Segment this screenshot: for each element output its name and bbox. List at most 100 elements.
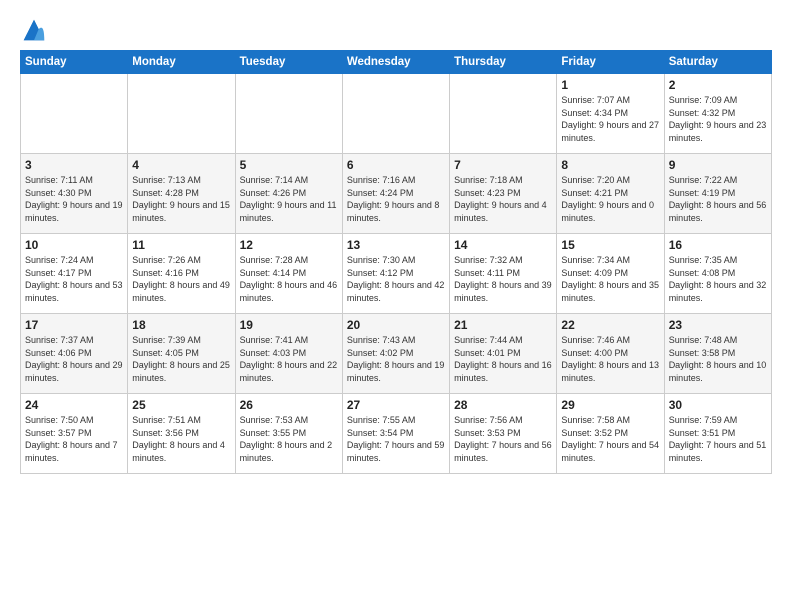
day-number: 16 xyxy=(669,238,767,252)
week-row-5: 24Sunrise: 7:50 AM Sunset: 3:57 PM Dayli… xyxy=(21,394,772,474)
day-cell: 7Sunrise: 7:18 AM Sunset: 4:23 PM Daylig… xyxy=(450,154,557,234)
week-row-3: 10 Sunrise: 7:24 AM Sunset: 4:17 PM Dayli… xyxy=(21,234,772,314)
day-info: Sunrise: 7:46 AM Sunset: 4:00 PM Dayligh… xyxy=(561,334,659,384)
day-cell: 22 Sunrise: 7:46 AM Sunset: 4:00 PM Dayli… xyxy=(557,314,664,394)
day-cell: 30 Sunrise: 7:59 AM Sunset: 3:51 PM Dayli… xyxy=(664,394,771,474)
day-info: Sunrise: 7:37 AM Sunset: 4:06 PM Dayligh… xyxy=(25,334,123,384)
col-header-sunday: Sunday xyxy=(21,51,128,74)
day-info: Sunrise: 7:28 AM Sunset: 4:14 PM Dayligh… xyxy=(240,254,338,304)
day-info: Sunrise: 7:41 AM Sunset: 4:03 PM Dayligh… xyxy=(240,334,338,384)
page-container: SundayMondayTuesdayWednesdayThursdayFrid… xyxy=(0,0,792,484)
day-number: 12 xyxy=(240,238,338,252)
day-number: 21 xyxy=(454,318,552,332)
day-number: 17 xyxy=(25,318,123,332)
day-info: Sunrise: 7:13 AM Sunset: 4:28 PM Dayligh… xyxy=(132,174,230,224)
day-cell: 15 Sunrise: 7:34 AM Sunset: 4:09 PM Dayli… xyxy=(557,234,664,314)
day-number: 1 xyxy=(561,78,659,92)
day-cell: 26Sunrise: 7:53 AM Sunset: 3:55 PM Dayli… xyxy=(235,394,342,474)
day-number: 24 xyxy=(25,398,123,412)
day-cell: 6 Sunrise: 7:16 AM Sunset: 4:24 PM Daylig… xyxy=(342,154,449,234)
day-info: Sunrise: 7:22 AM Sunset: 4:19 PM Dayligh… xyxy=(669,174,767,224)
day-number: 23 xyxy=(669,318,767,332)
day-cell xyxy=(21,74,128,154)
logo xyxy=(20,16,52,44)
col-header-wednesday: Wednesday xyxy=(342,51,449,74)
day-info: Sunrise: 7:30 AM Sunset: 4:12 PM Dayligh… xyxy=(347,254,445,304)
day-info: Sunrise: 7:34 AM Sunset: 4:09 PM Dayligh… xyxy=(561,254,659,304)
week-row-4: 17 Sunrise: 7:37 AM Sunset: 4:06 PM Dayli… xyxy=(21,314,772,394)
day-cell: 18Sunrise: 7:39 AM Sunset: 4:05 PM Dayli… xyxy=(128,314,235,394)
day-cell: 25 Sunrise: 7:51 AM Sunset: 3:56 PM Dayli… xyxy=(128,394,235,474)
day-number: 3 xyxy=(25,158,123,172)
logo-icon xyxy=(20,16,48,44)
day-cell: 2 Sunrise: 7:09 AM Sunset: 4:32 PM Daylig… xyxy=(664,74,771,154)
day-cell: 3 Sunrise: 7:11 AM Sunset: 4:30 PM Daylig… xyxy=(21,154,128,234)
header-row: SundayMondayTuesdayWednesdayThursdayFrid… xyxy=(21,51,772,74)
day-cell: 14 Sunrise: 7:32 AM Sunset: 4:11 PM Dayli… xyxy=(450,234,557,314)
day-number: 6 xyxy=(347,158,445,172)
day-number: 26 xyxy=(240,398,338,412)
week-row-1: 1 Sunrise: 7:07 AM Sunset: 4:34 PM Daylig… xyxy=(21,74,772,154)
day-info: Sunrise: 7:20 AM Sunset: 4:21 PM Dayligh… xyxy=(561,174,659,224)
day-cell: 5Sunrise: 7:14 AM Sunset: 4:26 PM Daylig… xyxy=(235,154,342,234)
day-info: Sunrise: 7:09 AM Sunset: 4:32 PM Dayligh… xyxy=(669,94,767,144)
col-header-thursday: Thursday xyxy=(450,51,557,74)
day-cell: 9Sunrise: 7:22 AM Sunset: 4:19 PM Daylig… xyxy=(664,154,771,234)
day-cell: 17 Sunrise: 7:37 AM Sunset: 4:06 PM Dayli… xyxy=(21,314,128,394)
day-cell: 11 Sunrise: 7:26 AM Sunset: 4:16 PM Dayli… xyxy=(128,234,235,314)
day-cell: 20Sunrise: 7:43 AM Sunset: 4:02 PM Dayli… xyxy=(342,314,449,394)
day-cell xyxy=(342,74,449,154)
day-number: 28 xyxy=(454,398,552,412)
day-number: 19 xyxy=(240,318,338,332)
day-number: 30 xyxy=(669,398,767,412)
day-number: 22 xyxy=(561,318,659,332)
day-cell: 13 Sunrise: 7:30 AM Sunset: 4:12 PM Dayli… xyxy=(342,234,449,314)
day-cell: 19 Sunrise: 7:41 AM Sunset: 4:03 PM Dayli… xyxy=(235,314,342,394)
day-number: 4 xyxy=(132,158,230,172)
col-header-friday: Friday xyxy=(557,51,664,74)
day-info: Sunrise: 7:07 AM Sunset: 4:34 PM Dayligh… xyxy=(561,94,659,144)
day-info: Sunrise: 7:55 AM Sunset: 3:54 PM Dayligh… xyxy=(347,414,445,464)
day-info: Sunrise: 7:39 AM Sunset: 4:05 PM Dayligh… xyxy=(132,334,230,384)
day-number: 10 xyxy=(25,238,123,252)
day-number: 5 xyxy=(240,158,338,172)
day-number: 20 xyxy=(347,318,445,332)
day-info: Sunrise: 7:59 AM Sunset: 3:51 PM Dayligh… xyxy=(669,414,767,464)
day-cell: 29 Sunrise: 7:58 AM Sunset: 3:52 PM Dayli… xyxy=(557,394,664,474)
col-header-saturday: Saturday xyxy=(664,51,771,74)
day-info: Sunrise: 7:44 AM Sunset: 4:01 PM Dayligh… xyxy=(454,334,552,384)
day-cell: 24Sunrise: 7:50 AM Sunset: 3:57 PM Dayli… xyxy=(21,394,128,474)
day-number: 2 xyxy=(669,78,767,92)
day-info: Sunrise: 7:26 AM Sunset: 4:16 PM Dayligh… xyxy=(132,254,230,304)
col-header-monday: Monday xyxy=(128,51,235,74)
day-number: 13 xyxy=(347,238,445,252)
day-info: Sunrise: 7:58 AM Sunset: 3:52 PM Dayligh… xyxy=(561,414,659,464)
day-number: 25 xyxy=(132,398,230,412)
day-number: 14 xyxy=(454,238,552,252)
header xyxy=(20,16,772,44)
day-info: Sunrise: 7:51 AM Sunset: 3:56 PM Dayligh… xyxy=(132,414,230,464)
col-header-tuesday: Tuesday xyxy=(235,51,342,74)
day-cell: 16Sunrise: 7:35 AM Sunset: 4:08 PM Dayli… xyxy=(664,234,771,314)
day-info: Sunrise: 7:11 AM Sunset: 4:30 PM Dayligh… xyxy=(25,174,123,224)
day-info: Sunrise: 7:18 AM Sunset: 4:23 PM Dayligh… xyxy=(454,174,552,224)
day-info: Sunrise: 7:56 AM Sunset: 3:53 PM Dayligh… xyxy=(454,414,552,464)
day-cell xyxy=(235,74,342,154)
day-number: 27 xyxy=(347,398,445,412)
calendar-table: SundayMondayTuesdayWednesdayThursdayFrid… xyxy=(20,50,772,474)
day-cell xyxy=(450,74,557,154)
day-cell: 8Sunrise: 7:20 AM Sunset: 4:21 PM Daylig… xyxy=(557,154,664,234)
day-cell: 21 Sunrise: 7:44 AM Sunset: 4:01 PM Dayli… xyxy=(450,314,557,394)
day-number: 11 xyxy=(132,238,230,252)
day-info: Sunrise: 7:48 AM Sunset: 3:58 PM Dayligh… xyxy=(669,334,767,384)
day-number: 29 xyxy=(561,398,659,412)
day-info: Sunrise: 7:32 AM Sunset: 4:11 PM Dayligh… xyxy=(454,254,552,304)
day-info: Sunrise: 7:16 AM Sunset: 4:24 PM Dayligh… xyxy=(347,174,445,224)
day-cell: 23 Sunrise: 7:48 AM Sunset: 3:58 PM Dayli… xyxy=(664,314,771,394)
day-cell xyxy=(128,74,235,154)
day-info: Sunrise: 7:24 AM Sunset: 4:17 PM Dayligh… xyxy=(25,254,123,304)
day-cell: 4 Sunrise: 7:13 AM Sunset: 4:28 PM Daylig… xyxy=(128,154,235,234)
day-number: 15 xyxy=(561,238,659,252)
day-cell: 1 Sunrise: 7:07 AM Sunset: 4:34 PM Daylig… xyxy=(557,74,664,154)
week-row-2: 3 Sunrise: 7:11 AM Sunset: 4:30 PM Daylig… xyxy=(21,154,772,234)
